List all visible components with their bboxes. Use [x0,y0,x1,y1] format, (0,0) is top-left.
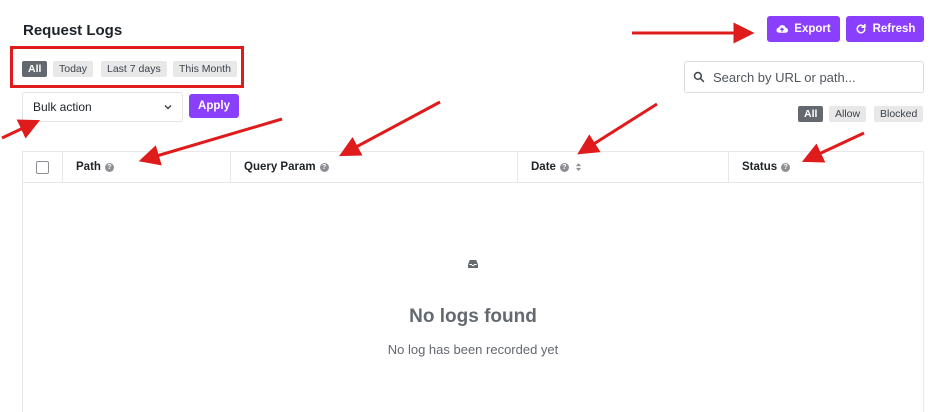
column-path: Path ? [63,152,231,182]
bulk-action-value: Bulk action [33,100,92,114]
empty-state-title: No logs found [409,306,537,327]
arrow-icon [339,100,441,157]
date-filter-last-7-days[interactable]: Last 7 days [101,61,167,77]
column-status-label: Status [742,161,778,173]
search-box[interactable] [684,61,924,93]
arrow-icon [577,102,658,155]
inbox-icon [468,260,478,268]
refresh-button[interactable]: Refresh [846,16,924,42]
column-path-label: Path [76,161,101,173]
help-icon[interactable]: ? [319,162,329,172]
status-filter-all[interactable]: All [798,106,824,122]
search-icon [693,71,705,83]
status-filter-blocked[interactable]: Blocked [874,106,924,122]
help-icon[interactable]: ? [781,162,791,172]
help-icon[interactable]: ? [559,162,569,172]
search-input[interactable] [713,69,913,85]
help-icon[interactable]: ? [104,162,114,172]
date-filter-today[interactable]: Today [53,61,94,77]
export-label: Export [794,23,831,35]
select-all-checkbox[interactable] [36,160,49,174]
column-date[interactable]: Date ? [518,152,729,182]
status-filter-allow[interactable]: Allow [829,106,867,122]
apply-button[interactable]: Apply [189,94,239,118]
page-title: Request Logs [23,22,123,39]
column-date-label: Date [531,161,556,173]
export-button[interactable]: Export [767,16,840,42]
date-filter-this-month[interactable]: This Month [173,61,237,77]
date-filter-all[interactable]: All [22,61,48,77]
chevron-down-icon [164,105,172,110]
column-query-param-label: Query Param [244,161,316,173]
sort-icon[interactable] [575,162,582,172]
bulk-action-select[interactable]: Bulk action [22,92,183,122]
column-status: Status ? [729,152,923,182]
empty-state-subtitle: No log has been recorded yet [387,342,559,357]
logs-table: Path ? Query Param ? Date ? Status ? No … [22,151,924,412]
select-all-cell [23,152,63,182]
cloud-upload-icon [776,25,789,33]
refresh-label: Refresh [872,23,916,35]
table-header: Path ? Query Param ? Date ? Status ? [23,152,923,183]
arrow-icon [1,119,41,140]
refresh-icon [856,23,866,34]
column-query-param: Query Param ? [231,152,518,182]
